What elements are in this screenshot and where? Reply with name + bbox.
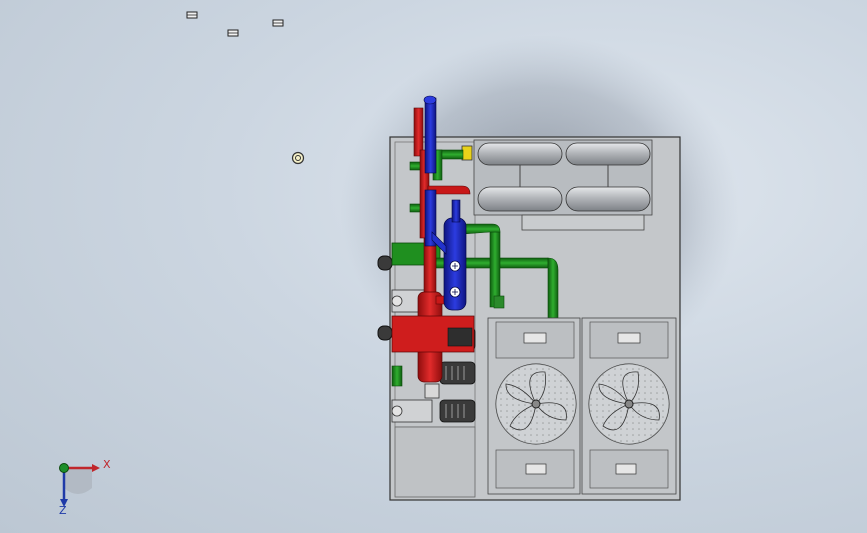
sketch-point-icon[interactable] <box>272 19 284 27</box>
z-axis-label: Z <box>59 504 67 517</box>
x-axis-label: X <box>103 458 111 471</box>
condenser-fan-left[interactable] <box>487 317 581 495</box>
condenser-fan-right[interactable] <box>581 317 677 495</box>
axis-triad-icon[interactable] <box>59 463 101 508</box>
origin-marker-icon[interactable] <box>291 151 305 165</box>
sketch-point-icon[interactable] <box>227 29 239 37</box>
cad-model-viewport[interactable]: X Z <box>0 0 867 533</box>
sketch-point-icon[interactable] <box>186 11 198 19</box>
